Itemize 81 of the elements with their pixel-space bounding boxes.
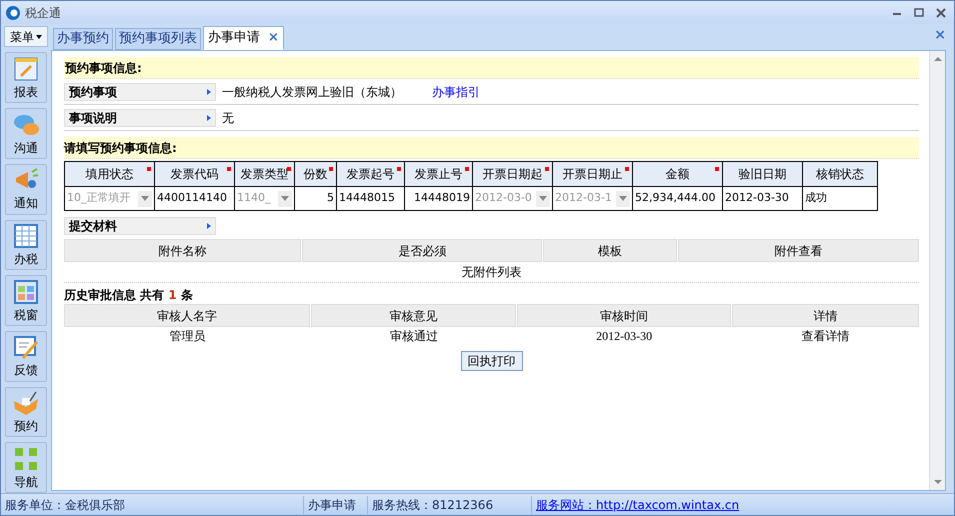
close-icon[interactable] xyxy=(936,8,946,18)
sidebar-item[interactable]: 导航 xyxy=(5,442,47,493)
column-header: 金额 xyxy=(632,162,722,186)
field-label: 预约事项 xyxy=(64,82,216,100)
column-header: 发票类型 xyxy=(234,162,294,186)
column-header: 份数 xyxy=(294,162,336,186)
table-cell: 2012-03-30 xyxy=(722,186,802,210)
column-header: 发票起号 xyxy=(336,162,404,186)
column-header: 填用状态 xyxy=(64,162,154,186)
required-icon xyxy=(715,167,719,171)
triangle-icon xyxy=(207,114,211,120)
table-cell-text: 审核通过 xyxy=(388,328,439,345)
table-grid-icon xyxy=(12,222,40,250)
table-cell-text: 管理员 xyxy=(168,328,207,345)
triangle-icon xyxy=(207,223,211,229)
column-header: 验旧日期 xyxy=(722,162,802,186)
section-header: 请填写预约事项信息: xyxy=(64,137,919,159)
column-header: 审核意见 xyxy=(311,304,516,327)
table-cell: 52,934,444.00 xyxy=(632,186,722,210)
column-header: 发票代码 xyxy=(154,162,234,186)
column-header: 是否必须 xyxy=(302,239,542,262)
column-header: 发票止号 xyxy=(404,162,472,186)
website-link[interactable]: 服务网站：http://taxcom.wintax.cn xyxy=(531,496,744,514)
column-header: 详情 xyxy=(732,304,919,327)
service-unit-text: 服务单位：金税俱乐部 xyxy=(4,496,126,514)
menu-button[interactable]: 菜单 xyxy=(4,26,48,48)
sidebar-item[interactable]: 预约 xyxy=(5,386,47,438)
form-pencil-icon xyxy=(12,54,40,83)
column-header: 审核时间 xyxy=(516,304,732,327)
close-icon[interactable]: × xyxy=(268,28,279,48)
table-cell: 成功 xyxy=(802,186,878,210)
required-icon xyxy=(287,167,291,171)
window-title: 税企通 xyxy=(25,4,61,22)
sidebar-item[interactable]: 税窗 xyxy=(5,275,47,326)
tab[interactable]: 预约事项列表 xyxy=(115,28,201,50)
table-cell: 4400114140 xyxy=(154,186,234,210)
caret-icon xyxy=(36,34,42,39)
sidebar-item[interactable]: 办税 xyxy=(5,220,47,270)
column-header: 开票日期起 xyxy=(472,162,552,186)
field-value: 无 xyxy=(222,110,234,126)
triangle-icon xyxy=(207,88,211,94)
scrollbar[interactable] xyxy=(929,51,945,490)
required-icon xyxy=(227,167,231,171)
sidebar-item[interactable]: 反馈 xyxy=(5,330,47,382)
document-pencil-icon xyxy=(12,333,40,362)
required-icon xyxy=(397,167,401,171)
sidebar-item[interactable]: 沟通 xyxy=(5,108,47,159)
field-label: 提交材料 xyxy=(64,217,216,235)
print-receipt-button[interactable]: 回执打印 xyxy=(460,351,522,371)
current-page-text: 办事申请 xyxy=(303,496,367,514)
section-header: 预约事项信息: xyxy=(64,57,919,79)
column-header: 核销状态 xyxy=(802,162,878,186)
maximize-icon[interactable] xyxy=(914,8,924,18)
field-label: 事项说明 xyxy=(64,108,216,126)
table-cell-text: 查看详情 xyxy=(800,328,850,345)
column-header: 模板 xyxy=(543,239,677,262)
tiles-icon xyxy=(12,278,40,306)
required-icon xyxy=(329,167,333,171)
table-cell-text: 2012-03-30 xyxy=(595,328,654,345)
tab[interactable]: 办事预约 xyxy=(53,28,113,50)
required-icon xyxy=(625,167,629,171)
sidebar-item[interactable]: 报表 xyxy=(5,52,47,104)
required-icon xyxy=(147,167,151,171)
required-icon xyxy=(545,167,549,171)
column-header: 附件查看 xyxy=(678,239,919,262)
tab[interactable]: 办事申请 × xyxy=(203,26,284,50)
app-logo-icon xyxy=(5,4,21,20)
history-heading: 历史审批信息 共有 1 条 xyxy=(64,287,194,304)
column-header: 开票日期止 xyxy=(552,162,632,186)
column-header: 审核人名字 xyxy=(64,304,310,327)
table-cell: 14448019 xyxy=(404,186,472,210)
column-header: 附件名称 xyxy=(64,239,302,262)
hotline-text: 服务热线：81212366 xyxy=(367,496,531,514)
guide-link[interactable]: 办事指引 xyxy=(432,82,480,100)
empty-message: 无附件列表 xyxy=(64,262,919,283)
field-value: 一般纳税人发票网上验旧（东城） xyxy=(222,84,402,100)
close-icon[interactable]: × xyxy=(934,25,946,46)
required-icon xyxy=(465,167,469,171)
table-cell: 5 xyxy=(294,186,336,210)
table-cell: 14448015 xyxy=(336,186,404,210)
sidebar-item[interactable]: 通知 xyxy=(5,164,47,215)
